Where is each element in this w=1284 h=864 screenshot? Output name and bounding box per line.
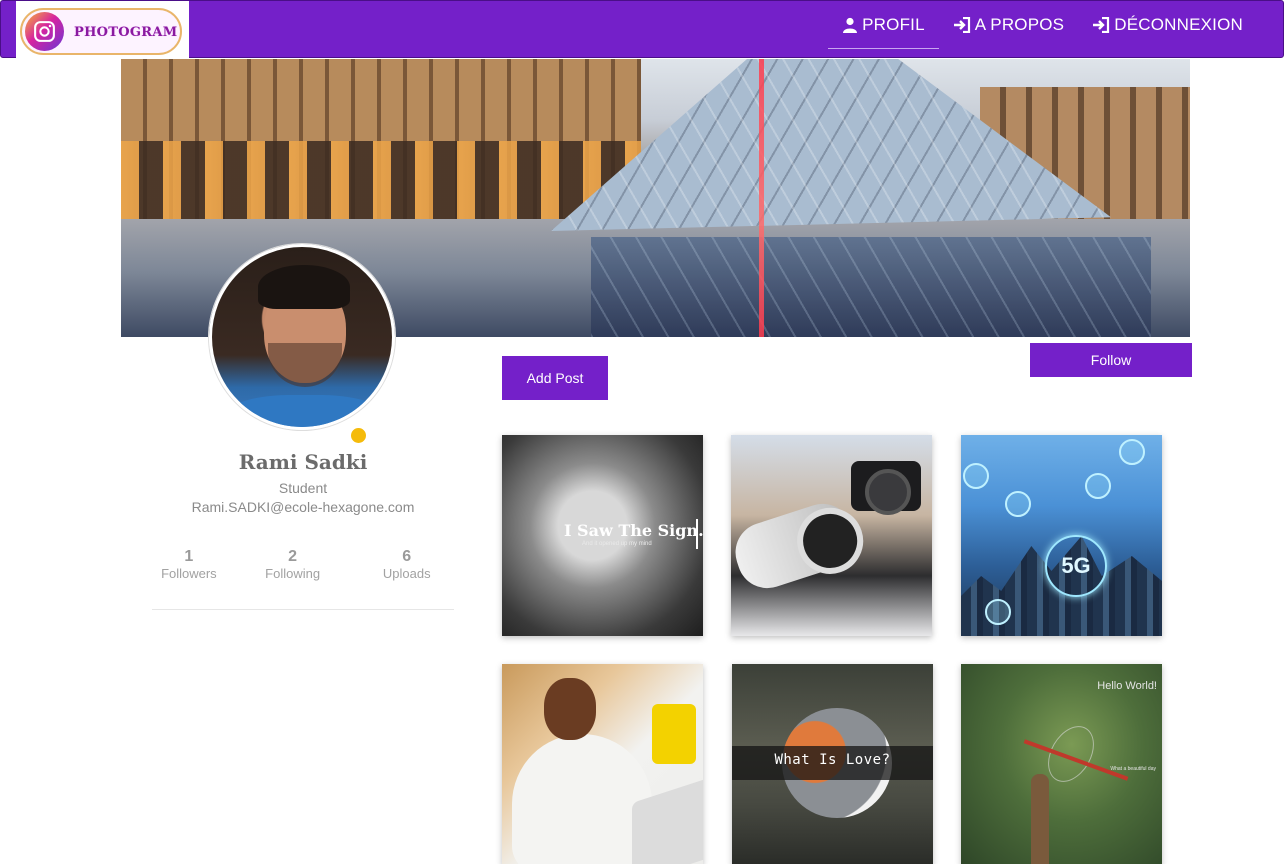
- post-overlay-title: I Saw The Sign.: [564, 521, 703, 540]
- nav-apropos[interactable]: A PROPOS: [939, 1, 1078, 49]
- add-post-button[interactable]: Add Post: [502, 356, 608, 400]
- post-person-head: [544, 678, 596, 740]
- post-overlay-bar: [696, 519, 698, 549]
- avatar[interactable]: [209, 244, 395, 430]
- post-tile[interactable]: Hello World! What a beautiful day: [961, 664, 1162, 864]
- logo-text: PHOTOGRAM: [74, 25, 178, 40]
- profile-role: Student: [278, 480, 328, 496]
- sign-in-icon: [953, 17, 970, 33]
- post-5g-badge: 5G: [1045, 535, 1107, 597]
- post-stem-image: [1031, 774, 1049, 864]
- stat-following-label: Following: [265, 566, 321, 581]
- stat-followers-value: 1: [184, 548, 194, 565]
- cover-reflection: [591, 237, 1151, 337]
- network-node-icon: [985, 599, 1011, 625]
- profile-stats: 1 Followers 2 Following 6 Uploads: [137, 548, 469, 581]
- nav-apropos-label: A PROPOS: [974, 15, 1065, 34]
- nav-profil-label: PROFIL: [862, 14, 925, 34]
- nav-profil[interactable]: PROFIL: [828, 1, 939, 49]
- network-node-icon: [1085, 473, 1111, 499]
- post-camera-image: [851, 461, 921, 515]
- stat-following[interactable]: 2 Following: [241, 548, 345, 581]
- top-navbar: PHOTOGRAM PROFIL A PROPOS DÉCONNEXION: [0, 0, 1284, 59]
- logo-badge: PHOTOGRAM: [20, 8, 182, 55]
- post-caption: Hello World!: [1097, 680, 1157, 692]
- post-tile[interactable]: [731, 435, 932, 636]
- post-lens-image: [731, 496, 863, 596]
- stat-following-value: 2: [288, 548, 298, 565]
- cover-building-left: [121, 59, 641, 229]
- post-person-image: [512, 734, 652, 864]
- avatar-shirt: [222, 395, 388, 427]
- avatar-hair: [258, 265, 350, 309]
- stat-followers[interactable]: 1 Followers: [137, 548, 241, 581]
- stat-uploads-value: 6: [402, 548, 412, 565]
- sign-out-icon: [1093, 17, 1110, 33]
- stat-uploads[interactable]: 6 Uploads: [345, 548, 470, 581]
- network-node-icon: [1005, 491, 1031, 517]
- post-overlay-subtitle: And it opened up my mind: [582, 541, 652, 547]
- post-tile[interactable]: What Is Love?: [732, 664, 933, 864]
- instagram-icon: [25, 12, 64, 51]
- post-subcaption: What a beautiful day: [1110, 766, 1156, 772]
- post-tile[interactable]: 5G: [961, 435, 1162, 636]
- profile-email: Rami.SADKI@ecole-hexagone.com: [191, 499, 415, 515]
- online-status-dot: [351, 428, 366, 443]
- nav-deconnexion[interactable]: DÉCONNEXION: [1078, 1, 1257, 49]
- post-tile[interactable]: [502, 664, 703, 864]
- post-caption: What Is Love?: [774, 752, 891, 768]
- post-sign-image: [652, 704, 696, 764]
- profile-divider: [152, 609, 454, 610]
- cover-neon-line: [759, 59, 764, 337]
- stat-followers-label: Followers: [161, 566, 217, 581]
- user-icon: [843, 17, 858, 33]
- logo[interactable]: PHOTOGRAM: [16, 1, 189, 59]
- nav-links: PROFIL A PROPOS DÉCONNEXION: [828, 1, 1257, 59]
- profile-name: Rami Sadki: [238, 450, 368, 474]
- avatar-beard: [268, 343, 342, 387]
- nav-deconnexion-label: DÉCONNEXION: [1114, 15, 1243, 34]
- network-node-icon: [1119, 439, 1145, 465]
- page: PHOTOGRAM PROFIL A PROPOS DÉCONNEXION Ra…: [0, 0, 1284, 864]
- post-tile[interactable]: I Saw The Sign. And it opened up my mind: [502, 435, 703, 636]
- stat-uploads-label: Uploads: [382, 566, 431, 581]
- network-node-icon: [963, 463, 989, 489]
- follow-button[interactable]: Follow: [1030, 343, 1192, 377]
